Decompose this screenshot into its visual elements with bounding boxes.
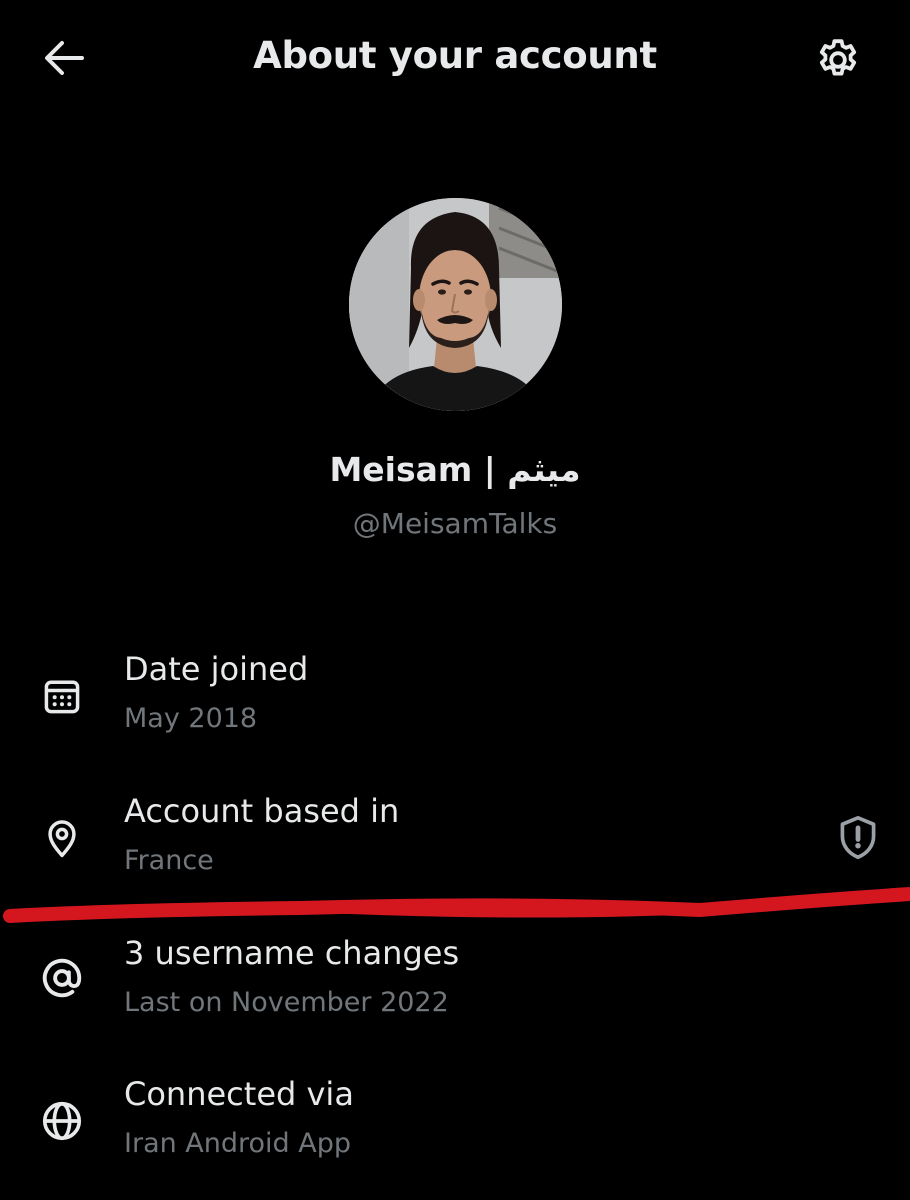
header-bar: About your account (0, 0, 910, 118)
info-item-connected-via: Connected via Iran Android App (0, 1075, 910, 1185)
at-sign-icon (38, 954, 86, 1002)
item-label: Connected via (124, 1075, 354, 1113)
info-item-username-changes: 3 username changes Last on November 2022 (0, 934, 910, 1044)
calendar-icon (38, 672, 86, 720)
gear-icon (819, 39, 857, 76)
item-label: Account based in (124, 792, 400, 830)
display-name: Meisam | میثم (329, 450, 581, 489)
info-item-date-joined: Date joined May 2018 (0, 650, 910, 760)
about-account-screen: About your account Meisam | میثم @Meisam… (0, 0, 910, 1200)
info-item-account-based-in: Account based in France (0, 792, 910, 902)
profile-avatar[interactable] (349, 198, 562, 411)
settings-button[interactable] (810, 32, 866, 88)
item-value: Last on November 2022 (124, 987, 449, 1018)
location-pin-icon (38, 814, 86, 862)
item-value: May 2018 (124, 703, 258, 734)
globe-icon (38, 1097, 86, 1145)
item-value: Iran Android App (124, 1128, 352, 1159)
username-handle: @MeisamTalks (352, 507, 558, 540)
item-label: Date joined (124, 650, 309, 688)
page-title: About your account (253, 34, 657, 77)
avatar-photo (349, 198, 562, 411)
item-value: France (124, 845, 214, 876)
shield-info-button[interactable] (830, 812, 886, 864)
item-label: 3 username changes (124, 934, 460, 972)
shield-alert-icon (840, 815, 876, 860)
